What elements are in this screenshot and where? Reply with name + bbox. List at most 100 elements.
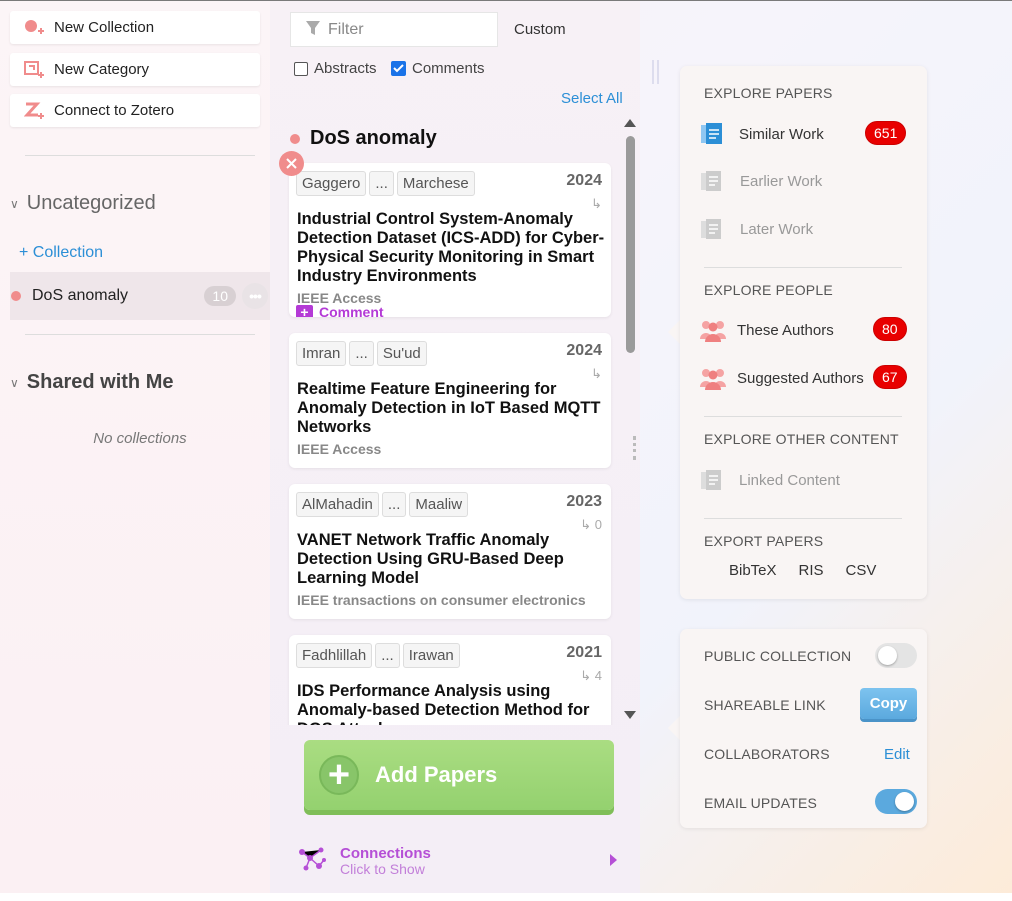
these-authors-count-badge: 80 [873, 317, 907, 341]
author-chip[interactable]: Fadhlillah [296, 643, 373, 668]
more-options-icon[interactable]: ••• [242, 283, 268, 309]
suggested-authors-button[interactable]: Suggested Authors [700, 365, 864, 391]
collection-name: DoS anomaly [32, 287, 129, 304]
export-bibtex-button[interactable]: BibTeX [729, 562, 777, 579]
edit-collaborators-button[interactable]: Edit [884, 746, 910, 763]
toggle-knob [895, 792, 914, 811]
remove-paper-close-icon[interactable] [279, 151, 304, 176]
author-chip[interactable]: Maaliw [409, 492, 469, 517]
comments-label: Comments [412, 60, 485, 77]
earlier-work-label: Earlier Work [740, 172, 823, 190]
author-chip[interactable]: AlMahadin [296, 492, 379, 517]
select-all-link[interactable]: Select All [561, 90, 623, 107]
public-collection-label: PUBLIC COLLECTION [704, 648, 852, 664]
filter-input[interactable]: Filter [290, 12, 498, 47]
author-chips: Gaggero... Marchese [296, 171, 478, 196]
explore-panel: EXPLORE PAPERS Similar Work 651 Earlier … [680, 66, 927, 599]
export-csv-button[interactable]: CSV [846, 562, 877, 579]
collection-heading: DoS anomaly [290, 127, 437, 150]
sidebar-divider-2 [25, 334, 255, 335]
sidebar-item-dos-anomaly[interactable]: DoS anomaly 10 ••• [10, 272, 270, 320]
add-comment-button[interactable]: + Comment [296, 304, 388, 317]
abstracts-checkbox[interactable]: Abstracts [294, 60, 377, 77]
document-stack-icon [700, 216, 726, 242]
public-collection-toggle[interactable] [875, 643, 917, 668]
similar-work-button[interactable]: Similar Work [700, 121, 824, 147]
filter-placeholder: Filter [328, 20, 364, 38]
author-chip[interactable]: Irawan [402, 643, 460, 668]
resize-handle-icon[interactable] [633, 436, 636, 460]
export-papers-heading: EXPORT PAPERS [704, 533, 824, 549]
comments-checkbox-box[interactable] [391, 61, 406, 76]
author-chip[interactable]: Su'ud [376, 341, 427, 366]
similar-work-count-badge: 651 [865, 121, 907, 145]
export-options: BibTeX RIS CSV [729, 562, 876, 579]
connections-title: Connections [340, 845, 431, 862]
author-chip[interactable]: Imran [296, 341, 347, 366]
shared-title: Shared with Me [26, 371, 174, 393]
paper-list[interactable]: Gaggero... Marchese 2024 ↳ Industrial Con… [270, 148, 622, 725]
sidebar-divider [25, 155, 255, 156]
linked-content-label: Linked Content [739, 471, 840, 489]
new-category-button[interactable]: New Category [10, 53, 260, 86]
collections-sidebar: New Collection New Category Connect to Z… [0, 1, 270, 893]
author-ellipsis[interactable]: ... [381, 492, 407, 517]
chevron-right-icon [610, 854, 617, 866]
later-work-button[interactable]: Later Work [700, 216, 813, 242]
document-icon [700, 121, 726, 147]
author-chips: AlMahadin... Maaliw [296, 492, 471, 517]
uncategorized-header[interactable]: ∨ Uncategorized [10, 192, 156, 215]
connections-subtitle: Click to Show [340, 861, 425, 877]
connect-zotero-button[interactable]: Connect to Zotero [10, 94, 260, 127]
author-chip[interactable]: Gaggero [296, 171, 367, 196]
paper-title[interactable]: Realtime Feature Engineering for Anomaly… [297, 380, 609, 437]
collection-title: DoS anomaly [310, 127, 437, 149]
paper-title[interactable]: IDS Performance Analysis using Anomaly-b… [297, 682, 609, 725]
panel-pointer [668, 716, 680, 740]
paper-card[interactable]: Fadhlillah... Irawan 2021 ↳ 4 IDS Perform… [289, 635, 611, 725]
new-collection-button[interactable]: New Collection [10, 11, 260, 44]
export-ris-button[interactable]: RIS [799, 562, 824, 579]
paper-card[interactable]: AlMahadin... Maaliw 2023 ↳ 0 VANET Networ… [289, 484, 611, 619]
paper-card[interactable]: Imran... Su'ud 2024 ↳ Realtime Feature En… [289, 333, 611, 468]
scrollbar-thumb[interactable] [626, 136, 635, 353]
paper-card[interactable]: Gaggero... Marchese 2024 ↳ Industrial Con… [289, 163, 611, 317]
panel-pointer [668, 320, 680, 344]
collection-color-dot [290, 133, 300, 144]
comments-checkbox[interactable]: Comments [391, 60, 485, 77]
author-ellipsis[interactable]: ... [375, 643, 400, 668]
new-category-icon [24, 60, 46, 80]
panel-drag-handle-icon[interactable] [652, 60, 659, 84]
explore-papers-heading: EXPLORE PAPERS [704, 85, 833, 101]
abstracts-checkbox-box[interactable] [294, 61, 308, 76]
custom-sort-label[interactable]: Custom [514, 21, 566, 38]
add-collection-link[interactable]: + Collection [19, 244, 103, 262]
network-graph-icon [297, 844, 327, 878]
suggested-authors-label: Suggested Authors [737, 369, 864, 387]
panel-divider [704, 267, 902, 268]
add-papers-button[interactable]: + Add Papers [304, 740, 614, 810]
collection-count-badge: 10 [204, 286, 236, 306]
author-ellipsis[interactable]: ... [349, 341, 374, 366]
filter-icon [306, 20, 320, 40]
author-chip[interactable]: Marchese [396, 171, 475, 196]
panel-divider [704, 416, 902, 417]
paper-title[interactable]: VANET Network Traffic Anomaly Detection … [297, 531, 597, 588]
author-ellipsis[interactable]: ... [369, 171, 394, 196]
email-updates-toggle[interactable] [875, 789, 917, 814]
zotero-icon [23, 101, 46, 121]
paper-title[interactable]: Industrial Control System-Anomaly Detect… [297, 210, 609, 286]
later-work-label: Later Work [740, 220, 814, 238]
earlier-work-button[interactable]: Earlier Work [700, 168, 822, 194]
these-authors-button[interactable]: These Authors [700, 317, 834, 343]
paper-year: 2024 [566, 342, 602, 359]
copy-link-button[interactable]: Copy [860, 688, 917, 719]
shared-header[interactable]: ∨ Shared with Me [10, 371, 174, 394]
no-collections-text: No collections [93, 430, 187, 447]
suggested-authors-count-badge: 67 [873, 365, 907, 389]
connect-zotero-label: Connect to Zotero [54, 102, 175, 119]
linked-content-button[interactable]: Linked Content [700, 467, 840, 493]
author-chips: Imran... Su'ud [296, 341, 430, 366]
author-chips: Fadhlillah... Irawan [296, 643, 463, 668]
connections-toggle[interactable]: Connections Click to Show [297, 844, 617, 880]
